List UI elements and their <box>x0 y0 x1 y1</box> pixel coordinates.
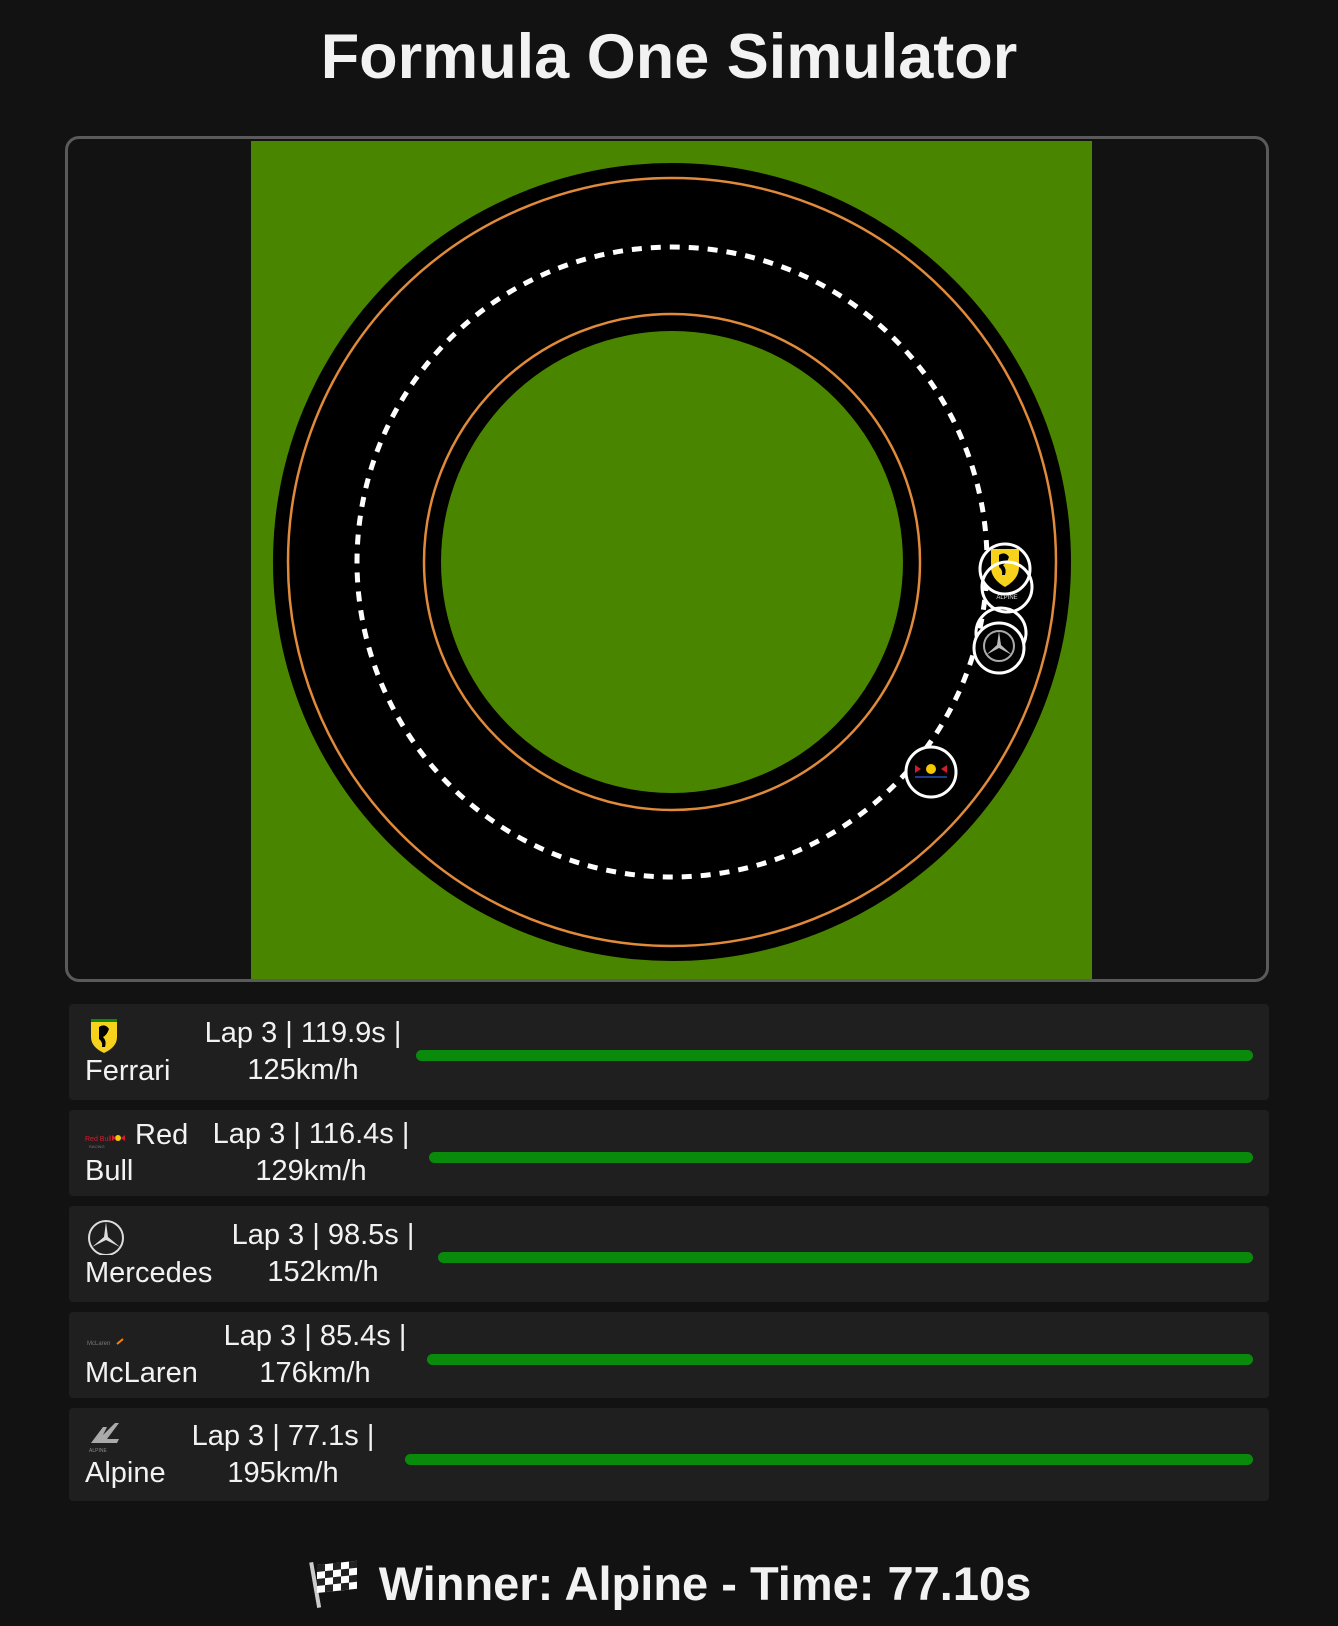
standing-row-alpine: ALPINE Alpine Lap 3 | 77.1s | 195km/h <box>69 1408 1269 1501</box>
svg-text:RACING: RACING <box>89 1144 105 1149</box>
standing-row-ferrari: Ferrari Lap 3 | 119.9s | 125km/h <box>69 1004 1269 1100</box>
redbull-logo-icon: Red Bull RACING <box>85 1121 129 1151</box>
progress-bar <box>427 1354 1253 1365</box>
winner-text: Winner: Alpine - Time: 77.10s <box>378 1557 1032 1610</box>
standing-row-mclaren: McLaren McLaren Lap 3 | 85.4s | 176km/h <box>69 1312 1269 1398</box>
progress-bar <box>438 1252 1253 1263</box>
svg-text:ALPINE: ALPINE <box>89 1448 107 1454</box>
infield-grass <box>441 331 903 793</box>
ferrari-logo-icon <box>85 1017 127 1053</box>
team-name: Mercedes <box>85 1256 213 1289</box>
winner-banner: Winner: Alpine - Time: 77.10s <box>0 1550 1338 1618</box>
simulator-page: Formula One Simulator ALPINE Ferrari Lap… <box>0 0 1338 1626</box>
standings-list: Ferrari Lap 3 | 119.9s | 125km/h Red Bul… <box>69 1004 1269 1511</box>
alpine-logo-icon: ALPINE <box>996 595 1017 601</box>
team-cell: ALPINE Alpine <box>69 1418 181 1491</box>
svg-text:Red Bull: Red Bull <box>85 1136 112 1143</box>
lap-stats: Lap 3 | 98.5s | 152km/h <box>231 1219 415 1288</box>
standing-row-redbull: Red Bull RACING Red Bull Lap 3 | 116.4s … <box>69 1110 1269 1196</box>
mercedes-logo-icon <box>85 1219 127 1256</box>
team-cell: Ferrari <box>69 1015 193 1088</box>
alpine-logo-icon: ALPINE <box>85 1419 127 1455</box>
lap-stats: Lap 3 | 119.9s | 125km/h <box>204 1017 402 1086</box>
race-track: ALPINE <box>251 141 1092 979</box>
mclaren-logo-icon: McLaren <box>85 1323 127 1353</box>
team-cell: McLaren McLaren <box>69 1319 205 1391</box>
team-cell: Mercedes <box>69 1217 221 1290</box>
progress-bar <box>416 1050 1253 1061</box>
standing-row-mercedes: Mercedes Lap 3 | 98.5s | 152km/h <box>69 1206 1269 1302</box>
car-mercedes <box>972 621 1026 675</box>
progress-bar <box>429 1152 1253 1163</box>
lap-stats: Lap 3 | 85.4s | 176km/h <box>223 1320 407 1389</box>
progress-bar <box>405 1454 1253 1465</box>
lap-stats: Lap 3 | 77.1s | 195km/h <box>191 1419 375 1489</box>
page-title: Formula One Simulator <box>320 22 1018 92</box>
team-cell: Red Bull RACING Red Bull <box>69 1117 197 1189</box>
track-canvas: ALPINE <box>65 136 1269 982</box>
lap-stats: Lap 3 | 116.4s | 129km/h <box>212 1118 410 1187</box>
car-redbull <box>904 745 958 799</box>
team-name: Ferrari <box>85 1054 171 1087</box>
team-name: Alpine <box>85 1457 166 1490</box>
team-name: McLaren <box>85 1357 198 1389</box>
svg-text:McLaren: McLaren <box>87 1341 110 1347</box>
checkered-flag-icon <box>307 1556 365 1608</box>
